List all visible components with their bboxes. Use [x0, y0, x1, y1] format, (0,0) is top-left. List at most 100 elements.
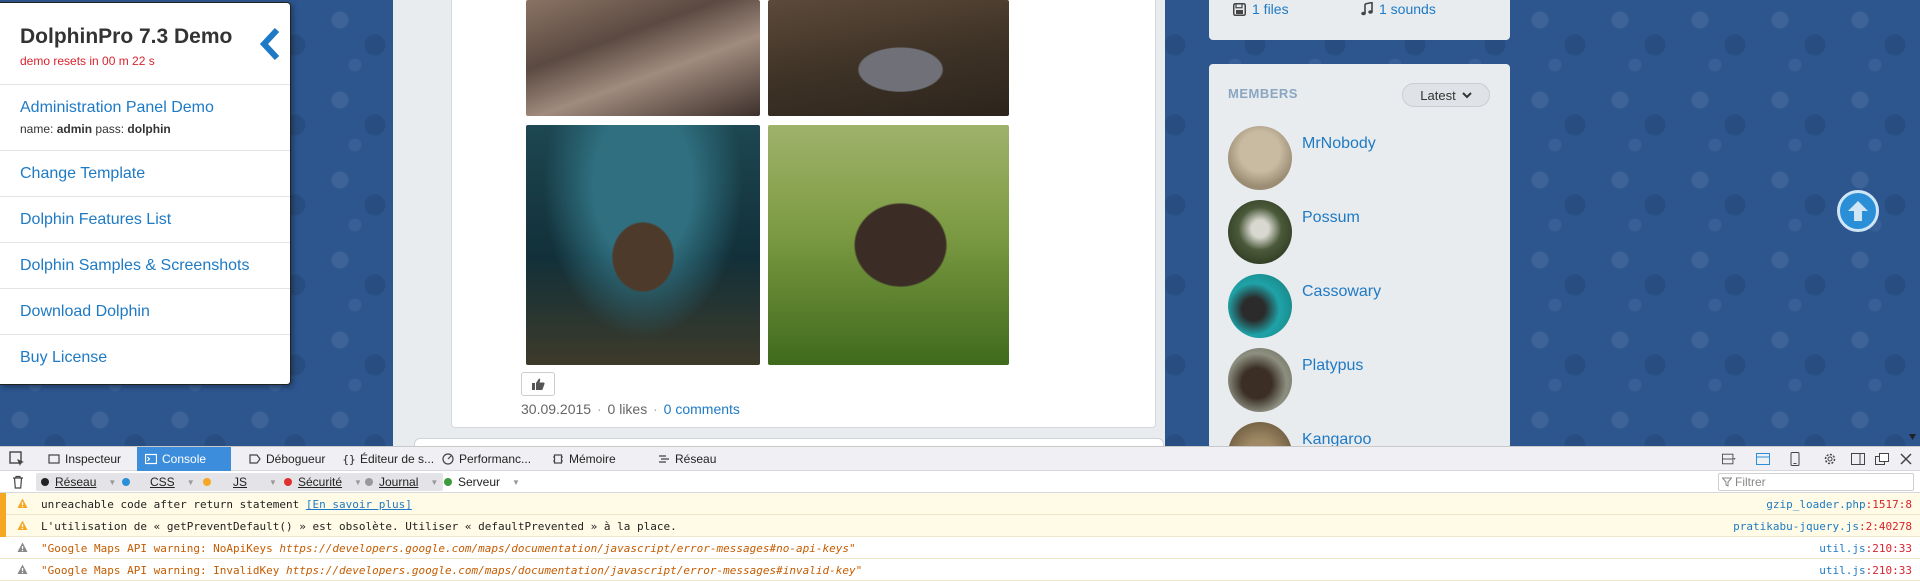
- message-text: unreachable code after return statement: [41, 498, 306, 511]
- member-name[interactable]: Platypus: [1302, 357, 1363, 375]
- filter-security[interactable]: Sécurité ▼: [279, 473, 367, 491]
- caret-icon: ▼: [512, 477, 520, 487]
- member-item[interactable]: Platypus: [1228, 348, 1488, 412]
- buy-license-link[interactable]: Buy License: [20, 349, 107, 366]
- console-message-text: L'utilisation de « getPreventDefault() »…: [41, 520, 677, 533]
- scroll-to-top-button[interactable]: [1837, 190, 1879, 232]
- console-source-link[interactable]: pratikabu-jquery.js:2:40278: [1733, 520, 1912, 533]
- filter-server[interactable]: Serveur ▼: [439, 473, 525, 491]
- thumbs-up-icon: [532, 378, 545, 390]
- caret-icon: ▼: [430, 477, 439, 487]
- admin-panel-link[interactable]: Administration Panel Demo: [20, 99, 290, 117]
- photo-thumbnail[interactable]: [526, 0, 760, 116]
- console-message-text: unreachable code after return statement …: [41, 498, 412, 511]
- sounds-link[interactable]: 1 sounds: [1361, 1, 1436, 17]
- responsive-mode-icon[interactable]: [1788, 452, 1802, 466]
- source-line: :2:40278: [1859, 520, 1912, 533]
- collapse-panel-icon[interactable]: [258, 27, 284, 61]
- console-source-link[interactable]: gzip_loader.php:1517:8: [1766, 498, 1912, 511]
- tab-console[interactable]: Console: [137, 447, 231, 471]
- photo-thumbnail[interactable]: [526, 125, 760, 365]
- member-item[interactable]: Possum: [1228, 200, 1488, 264]
- console-message[interactable]: "Google Maps API warning: InvalidKey htt…: [0, 559, 1920, 581]
- member-item[interactable]: Kangaroo: [1228, 422, 1488, 449]
- photo-thumbnail[interactable]: [768, 125, 1009, 365]
- member-avatar[interactable]: [1228, 348, 1292, 412]
- message-tail: ": [855, 564, 863, 577]
- latest-sort-dropdown[interactable]: Latest: [1402, 83, 1490, 107]
- split-console-icon[interactable]: [1756, 452, 1770, 466]
- console-message[interactable]: unreachable code after return statement …: [0, 493, 1920, 515]
- filter-funnel-icon: [1722, 477, 1732, 487]
- tab-performance-label: Performanc...: [459, 452, 532, 466]
- member-name[interactable]: Possum: [1302, 209, 1360, 227]
- console-filter-input[interactable]: Filtrer: [1718, 473, 1914, 491]
- learn-more-link[interactable]: [En savoir plus]: [306, 498, 412, 511]
- member-avatar[interactable]: [1228, 200, 1292, 264]
- element-picker-icon[interactable]: [8, 450, 26, 468]
- member-item[interactable]: MrNobody: [1228, 126, 1488, 190]
- filter-dot: [41, 478, 49, 486]
- console-message[interactable]: L'utilisation de « getPreventDefault() »…: [0, 515, 1920, 537]
- samples-screenshots-link[interactable]: Dolphin Samples & Screenshots: [20, 257, 249, 274]
- change-template-item: Change Template: [0, 151, 290, 197]
- admin-panel-item: Administration Panel Demo name: admin pa…: [0, 85, 290, 151]
- admin-credentials: name: admin pass: dolphin: [20, 122, 290, 136]
- filter-dot: [284, 478, 292, 486]
- meta-separator: ·: [596, 401, 602, 417]
- tab-style-editor-label: Éditeur de s...: [360, 452, 435, 466]
- tab-style-editor[interactable]: {} Éditeur de s...: [335, 447, 442, 471]
- filter-dot: [365, 478, 373, 486]
- filter-log-label: Journal: [379, 475, 419, 489]
- caret-icon: ▼: [269, 477, 277, 487]
- like-button[interactable]: [521, 372, 555, 396]
- tab-debugger[interactable]: Débogueur: [241, 447, 333, 471]
- tab-inspector[interactable]: Inspecteur: [40, 447, 129, 471]
- member-name[interactable]: MrNobody: [1302, 135, 1376, 153]
- member-name[interactable]: Cassowary: [1302, 283, 1381, 301]
- dock-side-icon[interactable]: [1851, 452, 1865, 466]
- files-link[interactable]: 1 files: [1233, 1, 1289, 17]
- style-editor-icon: {}: [342, 452, 356, 466]
- settings-gear-icon[interactable]: [1823, 452, 1837, 466]
- features-list-link[interactable]: Dolphin Features List: [20, 211, 171, 228]
- console-source-link[interactable]: util.js:210:33: [1819, 564, 1912, 577]
- source-file: gzip_loader.php: [1766, 498, 1866, 511]
- filter-js[interactable]: JS ▼: [198, 473, 282, 491]
- console-message-text: "Google Maps API warning: InvalidKey htt…: [41, 564, 862, 577]
- clear-console-trash-icon[interactable]: [11, 475, 25, 489]
- source-line: :210:33: [1865, 564, 1912, 577]
- features-list-item: Dolphin Features List: [0, 197, 290, 243]
- change-template-link[interactable]: Change Template: [20, 165, 145, 182]
- name-label: name:: [20, 122, 54, 136]
- console-icon: [145, 453, 157, 465]
- filter-css[interactable]: CSS ▼: [117, 473, 200, 491]
- source-file: util.js: [1819, 542, 1866, 555]
- member-avatar[interactable]: [1228, 274, 1292, 338]
- filter-network[interactable]: Réseau ▼: [36, 473, 122, 491]
- tab-debugger-label: Débogueur: [266, 452, 326, 466]
- member-avatar[interactable]: [1228, 422, 1292, 449]
- download-dolphin-link[interactable]: Download Dolphin: [20, 303, 150, 320]
- comments-link[interactable]: 0 comments: [664, 401, 740, 417]
- console-source-link[interactable]: util.js:210:33: [1819, 542, 1912, 555]
- devtools-toolbar: Inspecteur Console Débogueur {} Éditeur …: [0, 447, 1920, 471]
- warning-marker: [0, 515, 6, 537]
- chevron-down-icon: [1461, 91, 1472, 98]
- tab-memory[interactable]: Mémoire: [544, 447, 624, 471]
- tab-network[interactable]: Réseau: [650, 447, 724, 471]
- photo-thumbnail[interactable]: [768, 0, 1009, 116]
- message-tail: ": [848, 542, 856, 555]
- source-line: :1517:8: [1865, 498, 1912, 511]
- tab-performance[interactable]: Performanc...: [434, 447, 539, 471]
- demo-title: DolphinPro 7.3 Demo: [20, 25, 233, 48]
- filter-log[interactable]: Journal ▼: [360, 473, 444, 491]
- member-item[interactable]: Cassowary: [1228, 274, 1488, 338]
- close-devtools-icon[interactable]: [1899, 452, 1913, 466]
- layout-toggle-icon[interactable]: [1722, 452, 1736, 466]
- page-scrollbar[interactable]: [1905, 0, 1920, 446]
- inspector-icon: [48, 453, 60, 465]
- separate-window-icon[interactable]: [1875, 452, 1889, 466]
- member-avatar[interactable]: [1228, 126, 1292, 190]
- console-message[interactable]: "Google Maps API warning: NoApiKeys http…: [0, 537, 1920, 559]
